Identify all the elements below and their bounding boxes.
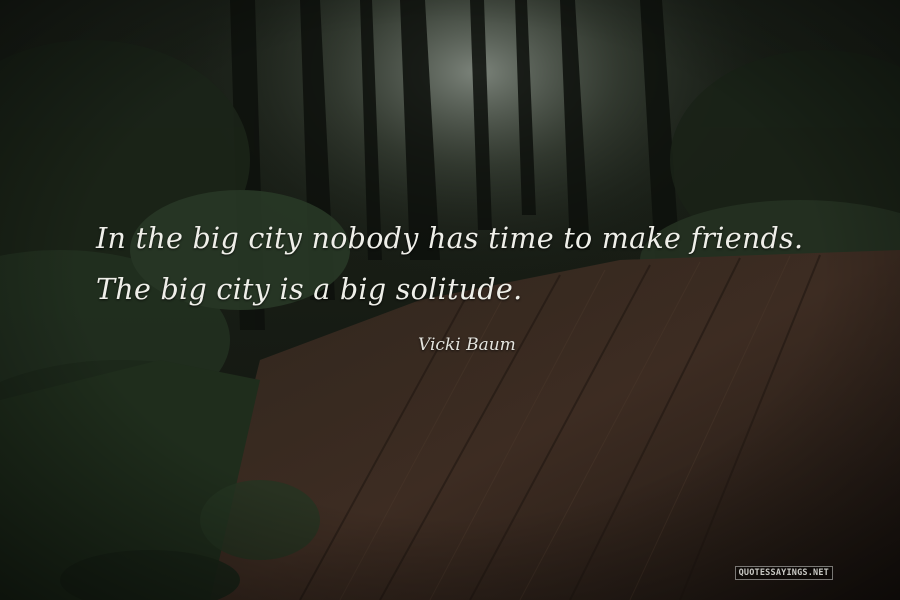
quote-image: In the big city nobody has time to make …	[0, 0, 900, 600]
quote-line-1: In the big city nobody has time to make …	[96, 222, 804, 255]
watermark-logo: QUOTESSAYINGS.NET	[734, 566, 833, 580]
quote-author: Vicki Baum	[418, 335, 516, 355]
quote-text: In the big city nobody has time to make …	[96, 213, 856, 315]
quote-line-2: The big city is a big solitude.	[96, 273, 523, 306]
